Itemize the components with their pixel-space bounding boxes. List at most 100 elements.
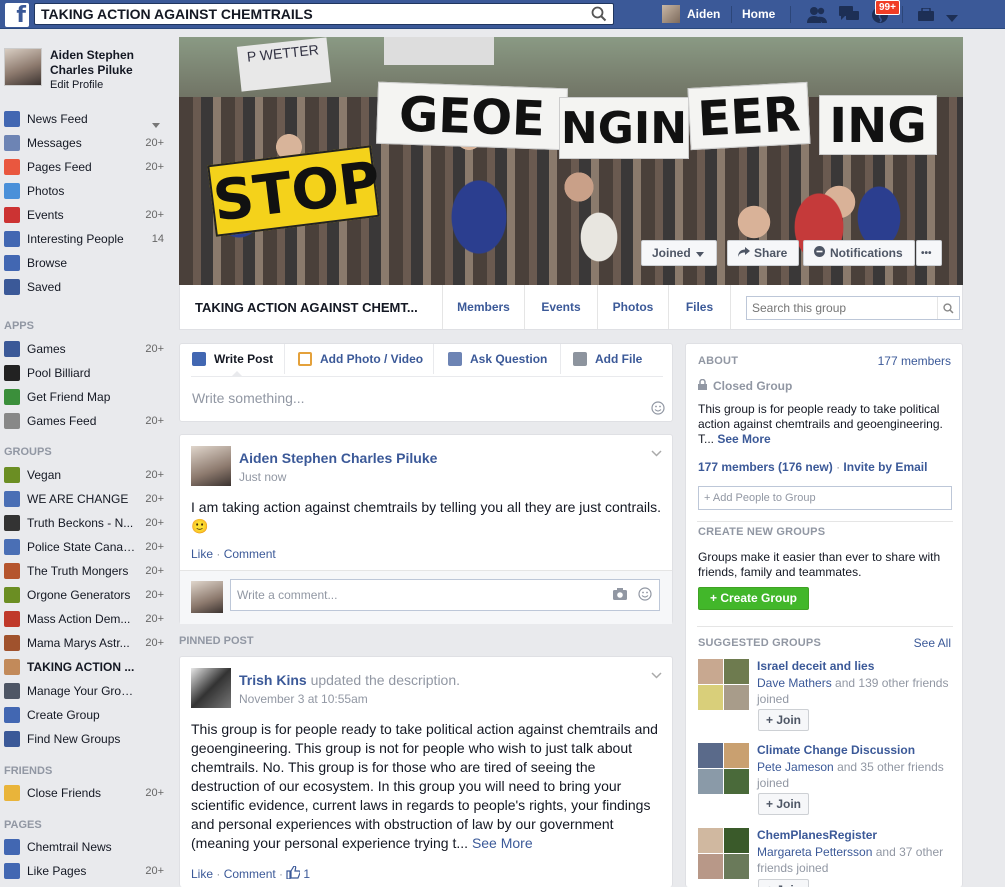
sidebar-item-chemtrail-news[interactable]: Chemtrail News [4, 835, 164, 859]
home-link[interactable]: Home [742, 7, 775, 21]
sidebar-item-browse[interactable]: Browse [4, 251, 164, 275]
sidebar-section-heading[interactable]: FRIENDS [4, 765, 52, 777]
friend-link[interactable]: Pete Jameson [757, 760, 834, 774]
invite-by-email-link[interactable]: Invite by Email [843, 460, 927, 474]
emoji-icon[interactable] [651, 401, 665, 418]
write-post-tab[interactable]: Write Post [192, 352, 273, 366]
join-group-button[interactable]: + Join [758, 879, 810, 887]
search-icon[interactable] [591, 6, 607, 25]
post-options-chevron-down-icon[interactable] [651, 449, 662, 460]
like-link[interactable]: Like [191, 547, 213, 561]
edit-profile-link[interactable]: Edit Profile [50, 78, 160, 93]
sidebar-item-pages-feed[interactable]: Pages Feed 20+ [4, 155, 164, 179]
see-all-link[interactable]: See All [914, 636, 951, 650]
sidebar-item-truth-beckons-n[interactable]: Truth Beckons - N... 20+ [4, 511, 164, 535]
sidebar-item-photos[interactable]: Photos [4, 179, 164, 203]
sidebar-item-taking-action[interactable]: TAKING ACTION ... [4, 655, 164, 679]
tab-photos[interactable]: Photos [597, 285, 668, 329]
sidebar-item-games[interactable]: Games 20+ [4, 337, 164, 361]
friend-link[interactable]: Margareta Pettersson [757, 845, 872, 859]
search-input[interactable] [35, 4, 585, 24]
composer-input[interactable]: Write something... [192, 390, 305, 406]
friend-requests-icon[interactable] [806, 6, 828, 27]
emoji-icon[interactable] [638, 587, 652, 604]
profile-avatar[interactable] [4, 48, 42, 86]
thumbs-up-icon[interactable] [286, 865, 302, 882]
group-search-input[interactable] [747, 297, 937, 319]
group-title[interactable]: TAKING ACTION AGAINST CHEMT... [195, 300, 418, 315]
topbar-profile-link[interactable]: Aiden [662, 5, 720, 23]
sidebar-item-saved[interactable]: Saved [4, 275, 164, 299]
sidebar-item-interesting-people[interactable]: Interesting People 14 [4, 227, 164, 251]
topbar-divider [902, 6, 903, 23]
sidebar-item-games-feed[interactable]: Games Feed 20+ [4, 409, 164, 433]
comment-input[interactable]: Write a comment... [237, 588, 337, 602]
sidebar-item-news-feed[interactable]: News Feed [4, 107, 164, 131]
suggested-group-name[interactable]: Israel deceit and lies [757, 659, 874, 673]
add-file-tab[interactable]: Add File [573, 352, 642, 366]
likes-count[interactable]: 1 [303, 867, 310, 881]
post-options-chevron-down-icon[interactable] [651, 671, 662, 682]
sidebar-item-mama-marys-astr[interactable]: Mama Marys Astr... 20+ [4, 631, 164, 655]
sidebar-item-we-are-change[interactable]: WE ARE CHANGE 20+ [4, 487, 164, 511]
sidebar-item-like-pages[interactable]: Like Pages 20+ [4, 859, 164, 883]
sidebar-item-create-group[interactable]: Create Group [4, 703, 164, 727]
add-people-input[interactable]: + Add People to Group [698, 486, 952, 510]
comment-link[interactable]: Comment [224, 547, 276, 561]
messages-icon[interactable] [838, 5, 860, 26]
suggested-group-name[interactable]: Climate Change Discussion [757, 743, 915, 757]
tab-members[interactable]: Members [442, 285, 524, 329]
tab-events[interactable]: Events [524, 285, 597, 329]
comment-link[interactable]: Comment [224, 867, 276, 881]
create-group-button[interactable]: + Create Group [698, 587, 809, 610]
sidebar-item-events[interactable]: Events 20+ [4, 203, 164, 227]
sidebar-item-messages[interactable]: Messages 20+ [4, 131, 164, 155]
share-button[interactable]: Share [727, 240, 799, 266]
see-more-link[interactable]: See More [472, 835, 533, 851]
facebook-logo-icon[interactable]: f [5, 3, 29, 27]
post-author-name[interactable]: Aiden Stephen Charles Piluke [239, 450, 437, 466]
post-author-avatar[interactable] [191, 668, 231, 708]
ask-question-tab[interactable]: Ask Question [448, 352, 547, 366]
comment-input-box[interactable]: Write a comment... [230, 579, 660, 611]
camera-icon[interactable] [613, 588, 627, 603]
profile-name[interactable]: Aiden Stephen Charles Piluke [50, 48, 160, 78]
sidebar-item-police-state-canada[interactable]: Police State Canada 20+ [4, 535, 164, 559]
friend-link[interactable]: Dave Mathers [757, 676, 832, 690]
add-photo-video-tab[interactable]: Add Photo / Video [298, 352, 423, 366]
sidebar-item-pool-billiard[interactable]: Pool Billiard [4, 361, 164, 385]
members-count-link[interactable]: 177 members [878, 354, 951, 368]
post-timestamp[interactable]: November 3 at 10:55am [239, 692, 368, 706]
post-author-avatar[interactable] [191, 446, 231, 486]
sidebar-item-vegan[interactable]: Vegan 20+ [4, 463, 164, 487]
news-feed-chevron-down-icon[interactable] [152, 117, 160, 131]
sidebar-item-close-friends[interactable]: Close Friends 20+ [4, 781, 164, 805]
suggested-group-name[interactable]: ChemPlanesRegister [757, 828, 877, 842]
join-group-button[interactable]: + Join [758, 709, 810, 731]
sidebar-section-heading[interactable]: PAGES [4, 819, 42, 831]
sidebar-item-orgone-generators[interactable]: Orgone Generators 20+ [4, 583, 164, 607]
sidebar-item-mass-action-dem[interactable]: Mass Action Dem... 20+ [4, 607, 164, 631]
suggested-group-thumbnails[interactable] [698, 743, 749, 794]
see-more-link[interactable]: See More [717, 432, 770, 446]
sidebar-item-manage-your-groups[interactable]: Manage Your Groups [4, 679, 164, 703]
suggested-group-thumbnails[interactable] [698, 828, 749, 879]
sidebar-item-find-new-groups[interactable]: Find New Groups [4, 727, 164, 751]
members-summary-link[interactable]: 177 members (176 new) [698, 460, 833, 474]
joined-button[interactable]: Joined [641, 240, 717, 266]
privacy-shortcuts-icon[interactable] [917, 7, 935, 25]
tab-files[interactable]: Files [668, 285, 731, 329]
search-icon[interactable] [937, 297, 959, 319]
account-settings-chevron-down-icon[interactable] [946, 12, 958, 26]
notifications-button[interactable]: Notifications [803, 240, 915, 266]
sidebar-section-heading[interactable]: APPS [4, 320, 34, 332]
suggested-group-thumbnails[interactable] [698, 659, 749, 710]
sidebar-section-heading[interactable]: GROUPS [4, 446, 52, 458]
like-link[interactable]: Like [191, 867, 213, 881]
sidebar-item-the-truth-mongers[interactable]: The Truth Mongers 20+ [4, 559, 164, 583]
join-group-button[interactable]: + Join [758, 793, 810, 815]
more-options-button[interactable]: ••• [916, 240, 942, 266]
sidebar-item-get-friend-map[interactable]: Get Friend Map [4, 385, 164, 409]
post-timestamp[interactable]: Just now [239, 470, 286, 484]
post-author-name[interactable]: Trish Kins [239, 672, 307, 688]
